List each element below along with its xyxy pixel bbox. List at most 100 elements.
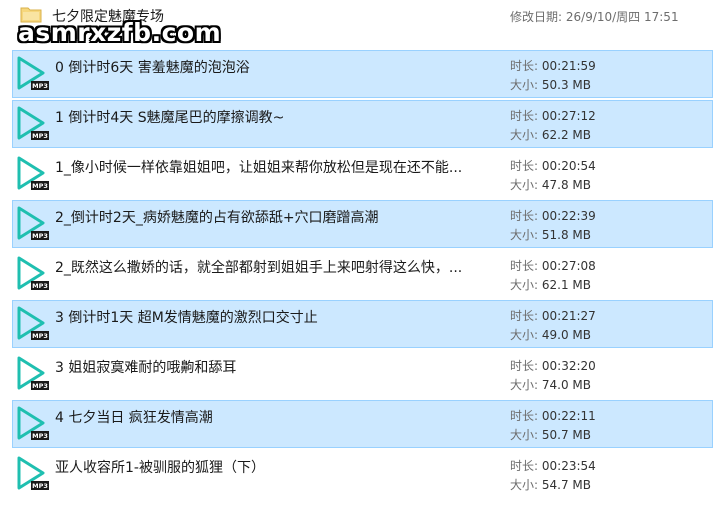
file-row[interactable]: MP3 3 倒计时1天 超M发情魅魔的激烈口交寸止 时长: 00:21:27 大… <box>12 300 713 348</box>
duration-value: 00:27:12 <box>541 109 596 123</box>
mp3-badge: MP3 <box>32 282 48 290</box>
size-label: 大小: <box>510 128 539 142</box>
size-line: 大小: 51.8 MB <box>510 226 596 245</box>
size-value: 49.0 MB <box>541 328 591 342</box>
mp3-file-icon: MP3 <box>17 306 49 340</box>
file-meta: 时长: 00:22:11 大小: 50.7 MB <box>510 407 596 445</box>
modified-value: 26/9/10/周四 17:51 <box>565 10 679 24</box>
file-row[interactable]: MP3 亚人收容所1-被驯服的狐狸（下） 时长: 00:23:54 大小: 54… <box>12 450 713 498</box>
size-line: 大小: 74.0 MB <box>510 376 596 395</box>
mp3-file-icon: MP3 <box>17 256 49 290</box>
duration-label: 时长: <box>510 109 539 123</box>
duration-label: 时长: <box>510 459 539 473</box>
mp3-badge: MP3 <box>32 332 48 340</box>
size-line: 大小: 50.7 MB <box>510 426 596 445</box>
duration-line: 时长: 00:32:20 <box>510 357 596 376</box>
size-value: 62.1 MB <box>541 278 591 292</box>
mp3-badge: MP3 <box>32 482 48 490</box>
file-name: 亚人收容所1-被驯服的狐狸（下） <box>55 460 265 476</box>
mp3-file-icon: MP3 <box>17 56 49 90</box>
duration-value: 00:27:08 <box>541 259 596 273</box>
duration-label: 时长: <box>510 359 539 373</box>
file-name: 3 倒计时1天 超M发情魅魔的激烈口交寸止 <box>55 310 318 326</box>
size-label: 大小: <box>510 178 539 192</box>
duration-line: 时长: 00:22:11 <box>510 407 596 426</box>
size-value: 54.7 MB <box>541 478 591 492</box>
file-meta: 时长: 00:27:12 大小: 62.2 MB <box>510 107 596 145</box>
explorer-window: 七夕限定魅魔专场 修改日期: 26/9/10/周四 17:51 asmrxzfb… <box>0 0 713 516</box>
size-label: 大小: <box>510 478 539 492</box>
file-meta: 时长: 00:23:54 大小: 54.7 MB <box>510 457 596 495</box>
file-name: 4 七夕当日 疯狂发情高潮 <box>55 410 213 426</box>
mp3-file-icon: MP3 <box>17 356 49 390</box>
duration-label: 时长: <box>510 209 539 223</box>
duration-line: 时长: 00:21:59 <box>510 57 596 76</box>
mp3-badge: MP3 <box>32 432 48 440</box>
file-meta: 时长: 00:21:59 大小: 50.3 MB <box>510 57 596 95</box>
duration-label: 时长: <box>510 409 539 423</box>
duration-value: 00:23:54 <box>541 459 596 473</box>
mp3-file-icon: MP3 <box>17 206 49 240</box>
file-meta: 时长: 00:21:27 大小: 49.0 MB <box>510 307 596 345</box>
file-row[interactable]: MP3 1 倒计时4天 S魅魔尾巴的摩擦调教~ 时长: 00:27:12 大小:… <box>12 100 713 148</box>
mp3-file-icon: MP3 <box>17 456 49 490</box>
duration-line: 时长: 00:27:08 <box>510 257 596 276</box>
file-meta: 时长: 00:32:20 大小: 74.0 MB <box>510 357 596 395</box>
duration-line: 时长: 00:22:39 <box>510 207 596 226</box>
size-label: 大小: <box>510 428 539 442</box>
file-list: MP3 0 倒计时6天 害羞魅魔的泡泡浴 时长: 00:21:59 大小: 50… <box>12 50 713 500</box>
duration-line: 时长: 00:20:54 <box>510 157 596 176</box>
file-name: 3 姐姐寂寞难耐的哦齁和舔耳 <box>55 360 237 376</box>
size-label: 大小: <box>510 228 539 242</box>
watermark-logo: asmrxzfb.com <box>18 18 222 47</box>
mp3-badge: MP3 <box>32 182 48 190</box>
mp3-badge: MP3 <box>32 132 48 140</box>
file-name: 1_像小时候一样依靠姐姐吧，让姐姐来帮你放松但是现在还不能... <box>55 160 463 176</box>
duration-label: 时长: <box>510 309 539 323</box>
size-value: 51.8 MB <box>541 228 591 242</box>
file-row[interactable]: MP3 2_既然这么撒娇的话，就全部都射到姐姐手上来吧射得这么快，... 时长:… <box>12 250 713 298</box>
size-value: 74.0 MB <box>541 378 591 392</box>
duration-line: 时长: 00:27:12 <box>510 107 596 126</box>
file-row[interactable]: MP3 3 姐姐寂寞难耐的哦齁和舔耳 时长: 00:32:20 大小: 74.0… <box>12 350 713 398</box>
file-row[interactable]: MP3 1_像小时候一样依靠姐姐吧，让姐姐来帮你放松但是现在还不能... 时长:… <box>12 150 713 198</box>
duration-label: 时长: <box>510 59 539 73</box>
duration-line: 时长: 00:23:54 <box>510 457 596 476</box>
size-label: 大小: <box>510 328 539 342</box>
duration-value: 00:22:11 <box>541 409 596 423</box>
file-name: 2_倒计时2天_病娇魅魔的占有欲舔舐+穴口磨蹭高潮 <box>55 210 379 226</box>
size-label: 大小: <box>510 378 539 392</box>
size-line: 大小: 54.7 MB <box>510 476 596 495</box>
file-name: 0 倒计时6天 害羞魅魔的泡泡浴 <box>55 60 250 76</box>
duration-value: 00:21:27 <box>541 309 596 323</box>
file-row[interactable]: MP3 0 倒计时6天 害羞魅魔的泡泡浴 时长: 00:21:59 大小: 50… <box>12 50 713 98</box>
mp3-badge: MP3 <box>32 82 48 90</box>
mp3-file-icon: MP3 <box>17 406 49 440</box>
size-value: 47.8 MB <box>541 178 591 192</box>
file-meta: 时长: 00:20:54 大小: 47.8 MB <box>510 157 596 195</box>
size-line: 大小: 49.0 MB <box>510 326 596 345</box>
mp3-badge: MP3 <box>32 382 48 390</box>
duration-value: 00:32:20 <box>541 359 596 373</box>
size-label: 大小: <box>510 78 539 92</box>
size-label: 大小: <box>510 278 539 292</box>
file-row[interactable]: MP3 2_倒计时2天_病娇魅魔的占有欲舔舐+穴口磨蹭高潮 时长: 00:22:… <box>12 200 713 248</box>
duration-value: 00:22:39 <box>541 209 596 223</box>
file-name: 2_既然这么撒娇的话，就全部都射到姐姐手上来吧射得这么快，... <box>55 260 463 276</box>
size-value: 62.2 MB <box>541 128 591 142</box>
size-value: 50.3 MB <box>541 78 591 92</box>
duration-line: 时长: 00:21:27 <box>510 307 596 326</box>
mp3-file-icon: MP3 <box>17 106 49 140</box>
duration-label: 时长: <box>510 259 539 273</box>
folder-modified-date: 修改日期: 26/9/10/周四 17:51 <box>510 8 679 25</box>
duration-value: 00:21:59 <box>541 59 596 73</box>
mp3-file-icon: MP3 <box>17 156 49 190</box>
file-row[interactable]: MP3 4 七夕当日 疯狂发情高潮 时长: 00:22:11 大小: 50.7 … <box>12 400 713 448</box>
mp3-badge: MP3 <box>32 232 48 240</box>
modified-label: 修改日期: <box>510 10 563 24</box>
size-line: 大小: 62.1 MB <box>510 276 596 295</box>
file-meta: 时长: 00:27:08 大小: 62.1 MB <box>510 257 596 295</box>
size-value: 50.7 MB <box>541 428 591 442</box>
duration-label: 时长: <box>510 159 539 173</box>
file-name: 1 倒计时4天 S魅魔尾巴的摩擦调教~ <box>55 110 285 126</box>
